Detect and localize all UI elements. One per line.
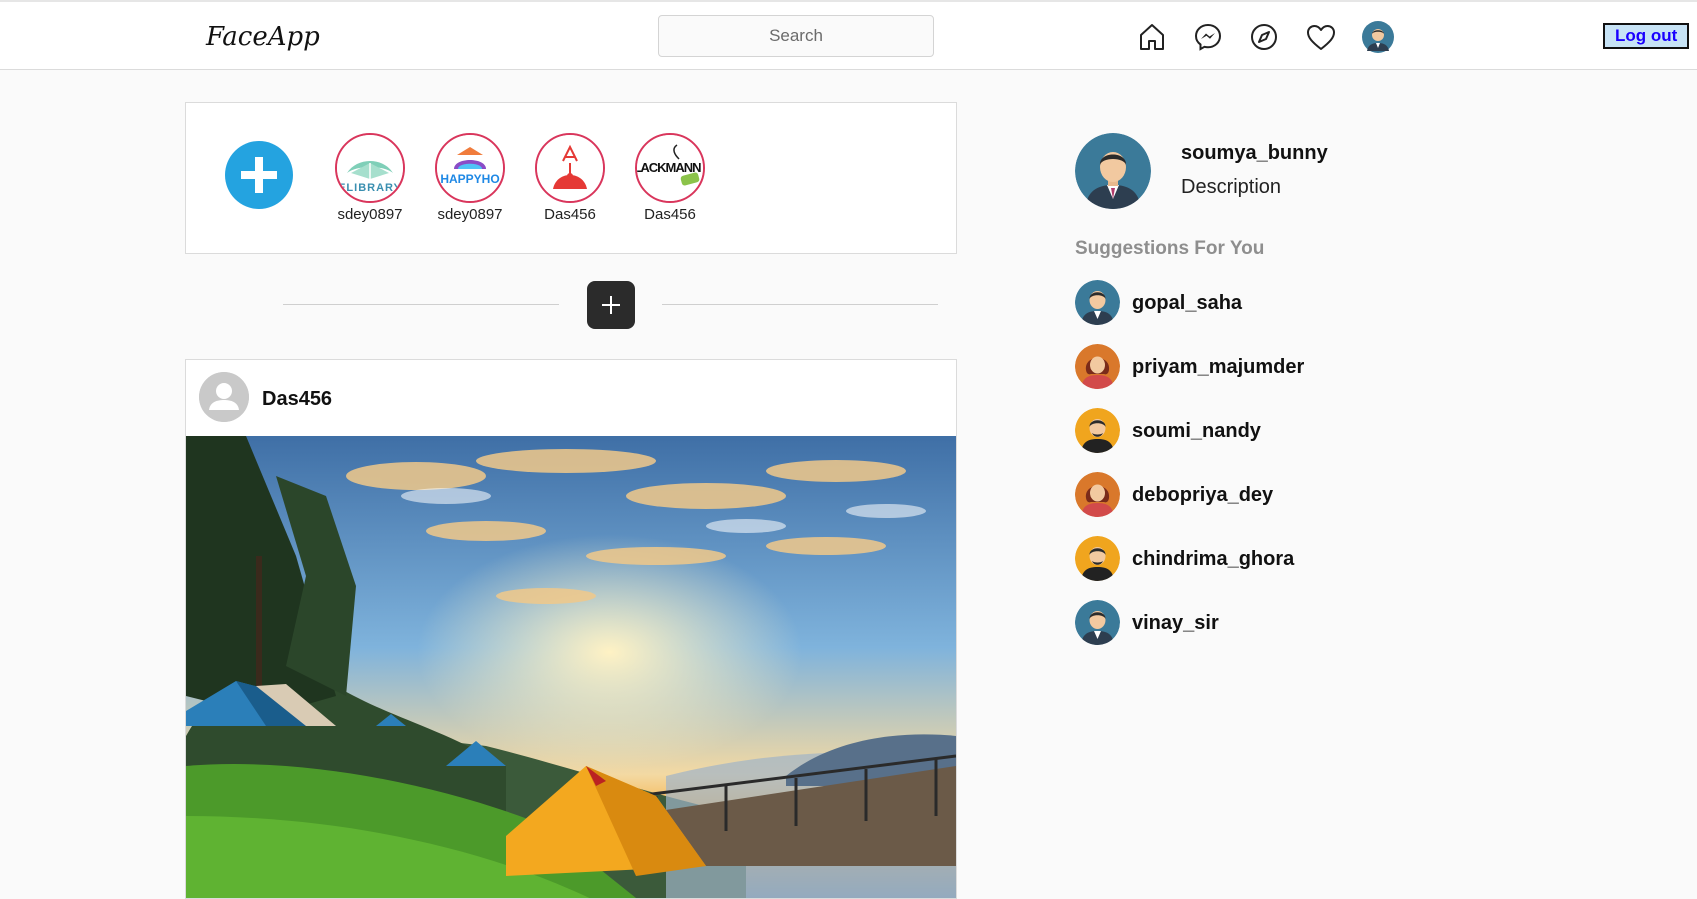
home-icon[interactable] — [1136, 21, 1168, 53]
male-suit-avatar-icon — [1075, 280, 1120, 325]
female-avatar-icon — [1075, 344, 1120, 389]
messenger-icon[interactable] — [1192, 21, 1224, 53]
story-item[interactable]: Das456 — [520, 133, 620, 223]
svg-text:ELIBRARY: ELIBRARY — [338, 182, 402, 194]
svg-text:LACKMANN: LACKMANN — [637, 160, 701, 175]
male-suit-avatar-icon — [1075, 600, 1120, 645]
profile-description: Description — [1181, 176, 1282, 198]
heart-icon[interactable] — [1305, 21, 1337, 53]
story-avatar: LACKMANN — [635, 133, 705, 203]
story-item[interactable]: LACKMANN Das456 — [620, 133, 720, 223]
suggestion-item[interactable]: soumi_nandy — [1075, 408, 1395, 454]
story-avatar — [535, 133, 605, 203]
plus-icon — [241, 157, 277, 193]
explore-compass-icon[interactable] — [1248, 21, 1280, 53]
plus-icon — [602, 296, 620, 314]
story-username: Das456 — [544, 206, 596, 223]
default-avatar-icon[interactable] — [199, 372, 249, 422]
suggestion-item[interactable]: debopriya_dey — [1075, 472, 1395, 518]
lackmann-logo-icon: LACKMANN — [637, 135, 703, 201]
story-username: sdey0897 — [337, 206, 403, 223]
profile-avatar[interactable] — [1075, 133, 1151, 209]
new-post-button[interactable] — [587, 281, 635, 329]
logout-button[interactable]: Log out — [1603, 23, 1690, 49]
suggestion-username: priyam_majumder — [1132, 356, 1305, 378]
story-item[interactable]: ELIBRARY sdey0897 — [320, 133, 420, 223]
suggestion-item[interactable]: chindrima_ghora — [1075, 536, 1395, 582]
profile-avatar-icon[interactable] — [1362, 21, 1394, 53]
suggestion-username: gopal_saha — [1132, 292, 1243, 314]
suggestion-item[interactable]: vinay_sir — [1075, 600, 1395, 646]
suggestion-username: debopriya_dey — [1132, 484, 1274, 506]
svg-text:HAPPYHO: HAPPYHO — [440, 172, 499, 186]
male-yellow-avatar-icon — [1075, 536, 1120, 581]
story-username: Das456 — [644, 206, 696, 223]
female-avatar-icon — [1075, 472, 1120, 517]
post-image[interactable] — [186, 436, 956, 899]
post-header: Das456 — [186, 360, 956, 437]
suggestion-item[interactable]: gopal_saha — [1075, 280, 1395, 326]
post-card: Das456 — [185, 359, 957, 899]
search-input[interactable] — [658, 15, 934, 57]
divider-left — [283, 304, 559, 305]
app-logo[interactable]: FaceApp — [206, 22, 320, 52]
stories-bar: ELIBRARY sdey0897 HAPPYHO sdey0897 Das45… — [185, 102, 957, 254]
suggestion-username: chindrima_ghora — [1132, 548, 1295, 570]
story-username: sdey0897 — [437, 206, 503, 223]
elibrary-logo-icon: ELIBRARY — [337, 135, 403, 201]
divider-right — [662, 304, 938, 305]
suggestion-username: vinay_sir — [1132, 612, 1219, 634]
story-avatar: ELIBRARY — [335, 133, 405, 203]
pagoda-logo-icon — [537, 135, 603, 201]
add-story-button[interactable] — [225, 141, 293, 209]
story-avatar: HAPPYHO — [435, 133, 505, 203]
story-item[interactable]: HAPPYHO sdey0897 — [420, 133, 520, 223]
post-username[interactable]: Das456 — [262, 388, 332, 411]
top-navbar: FaceApp Log out — [0, 0, 1697, 70]
suggestions-title: Suggestions For You — [1075, 238, 1265, 259]
suggestion-item[interactable]: priyam_majumder — [1075, 344, 1395, 390]
suggestion-username: soumi_nandy — [1132, 420, 1261, 442]
male-yellow-avatar-icon — [1075, 408, 1120, 453]
profile-username[interactable]: soumya_bunny — [1181, 142, 1328, 165]
happyho-logo-icon: HAPPYHO — [437, 135, 503, 201]
